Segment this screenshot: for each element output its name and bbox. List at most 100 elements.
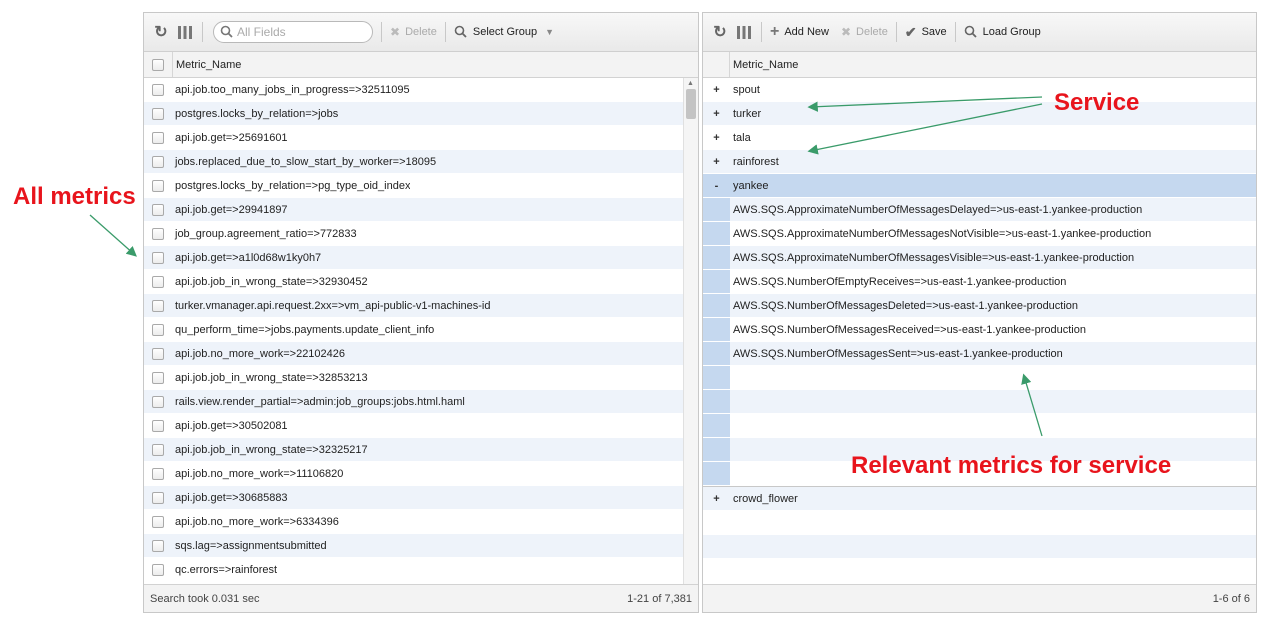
- row-checkbox[interactable]: [152, 107, 164, 120]
- expand-toggle-icon[interactable]: +: [703, 108, 730, 120]
- group-metric-row[interactable]: AWS.SQS.NumberOfMessagesDeleted=>us-east…: [703, 294, 1256, 318]
- group-indent: [703, 462, 730, 485]
- close-icon: ✖: [390, 25, 401, 39]
- expand-toggle-icon[interactable]: +: [703, 156, 730, 168]
- empty-row: [703, 366, 1256, 390]
- group-indent: [703, 270, 730, 293]
- row-checkbox[interactable]: [152, 251, 164, 264]
- row-checkbox[interactable]: [152, 203, 164, 216]
- metric-name-cell: rails.view.render_partial=>admin:job_gro…: [175, 395, 465, 408]
- search-box[interactable]: [213, 21, 373, 43]
- row-checkbox[interactable]: [152, 227, 164, 240]
- delete-button[interactable]: ✖ Delete: [390, 25, 437, 39]
- table-row[interactable]: jobs.replaced_due_to_slow_start_by_worke…: [144, 150, 698, 174]
- table-row[interactable]: api.job.no_more_work=>22102426: [144, 342, 698, 366]
- annotation-all-metrics: All metrics: [13, 183, 136, 210]
- group-metric-row[interactable]: AWS.SQS.ApproximateNumberOfMessagesDelay…: [703, 198, 1256, 222]
- close-icon: ✖: [840, 25, 852, 39]
- row-checkbox[interactable]: [152, 419, 164, 432]
- scroll-thumb[interactable]: [686, 89, 696, 119]
- left-scrollbar[interactable]: ▲ ▼: [683, 78, 698, 599]
- expand-toggle-icon[interactable]: +: [703, 493, 730, 505]
- row-checkbox[interactable]: [152, 491, 164, 504]
- group-row[interactable]: - yankee: [703, 174, 1256, 198]
- row-checkbox[interactable]: [152, 539, 164, 552]
- refresh-icon[interactable]: ↻: [152, 22, 170, 42]
- row-checkbox[interactable]: [152, 83, 164, 96]
- annotation-service: Service: [1054, 89, 1140, 116]
- row-checkbox[interactable]: [152, 443, 164, 456]
- expand-toggle-icon[interactable]: -: [703, 180, 730, 192]
- group-metric-row[interactable]: AWS.SQS.NumberOfMessagesReceived=>us-eas…: [703, 318, 1256, 342]
- table-row[interactable]: qc.errors=>rainforest: [144, 558, 698, 582]
- table-row[interactable]: api.job.get=>30685883: [144, 486, 698, 510]
- load-group-label: Load Group: [982, 26, 1041, 38]
- group-row[interactable]: + turker: [703, 102, 1256, 126]
- row-checkbox-cell: [144, 203, 172, 216]
- table-row[interactable]: api.job.get=>30502081: [144, 414, 698, 438]
- metric-name-cell: api.job.no_more_work=>22102426: [175, 347, 346, 360]
- group-metric-row[interactable]: AWS.SQS.ApproximateNumberOfMessagesVisib…: [703, 246, 1256, 270]
- row-checkbox[interactable]: [152, 347, 164, 360]
- table-row[interactable]: api.job.job_in_wrong_state=>32930452: [144, 270, 698, 294]
- table-row[interactable]: api.job.get=>a1l0d68w1ky0h7: [144, 246, 698, 270]
- metric-name-cell: qu_perform_time=>jobs.payments.update_cl…: [175, 323, 435, 336]
- row-checkbox[interactable]: [152, 563, 164, 576]
- select-group-label: Select Group: [472, 26, 538, 38]
- columns-icon[interactable]: [735, 25, 753, 39]
- metric-name-cell: api.job.get=>29941897: [175, 203, 288, 216]
- table-row[interactable]: postgres.locks_by_relation=>pg_type_oid_…: [144, 174, 698, 198]
- row-checkbox[interactable]: [152, 467, 164, 480]
- search-input[interactable]: [237, 25, 367, 39]
- row-checkbox[interactable]: [152, 323, 164, 336]
- group-indent: [703, 366, 730, 389]
- load-group-button[interactable]: Load Group: [964, 25, 1041, 39]
- add-new-button[interactable]: + Add New: [770, 23, 829, 41]
- search-icon: [220, 25, 234, 39]
- row-checkbox[interactable]: [152, 155, 164, 168]
- table-row[interactable]: rails.view.render_partial=>admin:job_gro…: [144, 390, 698, 414]
- table-row[interactable]: api.job.get=>29941897: [144, 198, 698, 222]
- columns-icon[interactable]: [176, 25, 194, 39]
- table-row[interactable]: api.job.get=>25691601: [144, 126, 698, 150]
- delete-button[interactable]: ✖ Delete: [841, 25, 888, 39]
- group-indent: [703, 246, 730, 269]
- table-row[interactable]: api.job.job_in_wrong_state=>32325217: [144, 438, 698, 462]
- table-row[interactable]: turker.vmanager.api.request.2xx=>vm_api-…: [144, 294, 698, 318]
- group-metric-name: AWS.SQS.NumberOfMessagesReceived=>us-eas…: [733, 323, 1086, 336]
- table-row[interactable]: job_group.agreement_ratio=>772833: [144, 222, 698, 246]
- row-checkbox[interactable]: [152, 371, 164, 384]
- table-row[interactable]: postgres.locks_by_relation=>jobs: [144, 102, 698, 126]
- metric-name-header[interactable]: Metric_Name: [173, 59, 241, 71]
- group-row[interactable]: + crowd_flower: [703, 487, 1256, 511]
- expand-toggle-icon[interactable]: +: [703, 132, 730, 144]
- select-group-button[interactable]: Select Group ▼: [454, 25, 554, 39]
- table-row[interactable]: api.job.job_in_wrong_state=>32853213: [144, 366, 698, 390]
- select-all-checkbox[interactable]: [152, 58, 164, 71]
- row-checkbox[interactable]: [152, 275, 164, 288]
- delete-label: Delete: [405, 26, 437, 38]
- scroll-up-icon[interactable]: ▲: [687, 80, 694, 87]
- group-metric-row[interactable]: AWS.SQS.ApproximateNumberOfMessagesNotVi…: [703, 222, 1256, 246]
- row-checkbox[interactable]: [152, 299, 164, 312]
- table-row[interactable]: sqs.lag=>assignmentsubmitted: [144, 534, 698, 558]
- group-metric-row[interactable]: AWS.SQS.NumberOfMessagesSent=>us-east-1.…: [703, 342, 1256, 366]
- row-checkbox[interactable]: [152, 131, 164, 144]
- expand-toggle-icon[interactable]: +: [703, 84, 730, 96]
- save-button[interactable]: ✔ Save: [905, 24, 947, 41]
- table-row[interactable]: api.job.no_more_work=>11106820: [144, 462, 698, 486]
- table-row[interactable]: api.job.no_more_work=>6334396: [144, 510, 698, 534]
- table-row[interactable]: api.job.too_many_jobs_in_progress=>32511…: [144, 78, 698, 102]
- group-row[interactable]: + rainforest: [703, 150, 1256, 174]
- row-checkbox[interactable]: [152, 395, 164, 408]
- group-row[interactable]: + spout: [703, 78, 1256, 102]
- group-row[interactable]: + tala: [703, 126, 1256, 150]
- metric-name-cell: api.job.get=>25691601: [175, 131, 288, 144]
- table-row[interactable]: qu_perform_time=>jobs.payments.update_cl…: [144, 318, 698, 342]
- empty-row: [703, 390, 1256, 414]
- group-metric-row[interactable]: AWS.SQS.NumberOfEmptyReceives=>us-east-1…: [703, 270, 1256, 294]
- row-checkbox[interactable]: [152, 179, 164, 192]
- metric-name-header[interactable]: Metric_Name: [730, 59, 798, 71]
- refresh-icon[interactable]: ↻: [711, 22, 729, 42]
- row-checkbox[interactable]: [152, 515, 164, 528]
